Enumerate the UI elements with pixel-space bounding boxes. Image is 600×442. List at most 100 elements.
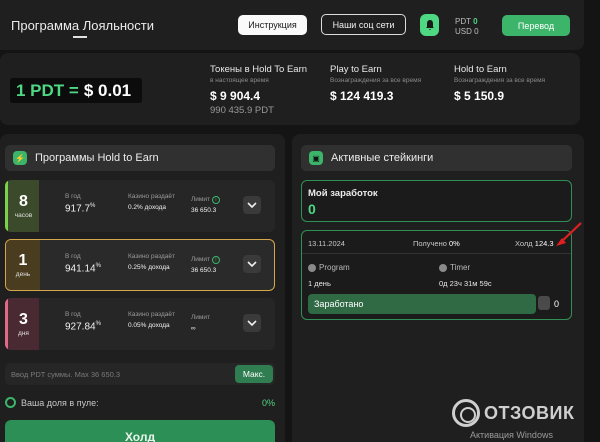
red-arrow-annotation [556,222,582,246]
staking-hold: Холд 124.3 [515,239,554,248]
chevron-down-icon[interactable] [243,255,261,273]
balance-pdt-label: PDT [455,17,471,26]
term-unit: дня [18,330,29,337]
staking-card: 13.11.2024 Получено 0% Холд 124.3 Progra… [301,230,572,320]
pdt-amount-input[interactable] [5,363,230,385]
pdt-price: 1 PDT = $ 0.01 [10,78,142,103]
casino-label: Казино раздаёт [128,311,175,318]
social-networks-button[interactable]: Наши соц сети [321,14,406,35]
stat-hold-label: Hold to Earn [454,64,507,75]
balance-display: PDT 0 USD 0 [455,17,479,37]
share-value: 0.2% дохода [128,204,167,211]
balance-usd-label: USD [455,27,472,36]
programs-header: ⚡ Программы Hold to Earn [5,145,275,171]
rate-value: 917.7 [65,203,91,215]
pool-share-row: Ваша доля в пуле: 0% [5,397,275,409]
term-unit: часов [14,212,33,219]
hold-label: Холд [515,239,533,248]
term-number: 3 [19,311,28,328]
staking-summary: 13.11.2024 Получено 0% Холд 124.3 [302,231,571,254]
program-label: Program [319,263,350,272]
timer-value: 0д 23ч 31м 59с [439,279,492,288]
limit-label: Лимит [191,196,210,203]
info-icon[interactable]: i [211,256,220,264]
rate-value: 941.14 [65,263,96,275]
chevron-down-icon[interactable] [243,196,261,214]
limit-label: Лимит [191,314,210,321]
stakings-title: Активные стейкинги [331,152,434,164]
stat-play-label: Play to Earn [330,64,382,75]
program-limit: Лимит i 36 650.3 [191,256,220,274]
term-number: 1 [18,252,28,269]
otzovik-logo [452,399,480,427]
program-value: 1 день [308,279,331,288]
top-header: Программа Лояльности Инструкция Наши соц… [0,0,584,50]
claim-icon[interactable] [538,296,550,310]
chevron-down-icon[interactable] [243,314,261,332]
price-usd-value: $ 0.01 [83,80,132,100]
watermark-brand: ОТЗОВИК [484,402,575,423]
pool-share-label: Ваша доля в пуле: [21,398,99,408]
program-limit: Лимит ∞ [191,314,210,332]
max-button[interactable]: Макс. [235,365,273,383]
timer-label-row: Timer [439,263,470,272]
program-share: Казино раздаёт 0.25% дохода [128,253,176,271]
hold-button[interactable]: Холд [5,420,275,442]
price-pdt-label: 1 PDT = [16,80,79,100]
program-icon [308,263,316,272]
timer-icon [439,263,447,272]
bell-icon[interactable] [420,14,439,36]
stat-tokens-value-pdt: 990 435.9 PDT [210,105,274,116]
rate-unit: % [90,203,96,209]
program-card-1d[interactable]: 1 день В год 941.14% Казино раздаёт 0.25… [5,239,275,291]
limit-label: Лимит [191,256,210,263]
stat-play-to-earn: Play to Earn Вознаграждения за все время… [330,64,421,103]
stat-hold-to-earn: Hold to Earn Вознаграждения за все время… [454,64,545,103]
program-rate: В год 927.84% [65,311,101,332]
stat-tokens-hold: Токены в Hold To Earn в настоящее время … [210,64,307,116]
programs-title: Программы Hold to Earn [35,152,159,164]
stat-hold-value: $ 5 150.9 [454,89,505,103]
year-label: В год [65,193,81,200]
program-label-row: Program [308,263,350,272]
rate-unit: % [95,263,101,269]
share-value: 0.25% дохода [128,264,170,271]
program-card-8h[interactable]: 8 часов В год 917.7% Казино раздаёт 0.2%… [5,180,275,232]
balance-pdt-value: 0 [473,17,478,26]
program-term: 8 часов [5,180,39,232]
info-icon[interactable]: i [211,196,220,204]
earned-bar: Заработано [308,294,536,314]
program-rate: В год 941.14% [65,253,101,274]
term-number: 8 [19,193,28,210]
share-value: 0.05% дохода [128,322,170,329]
hold-value: 124.3 [534,239,554,248]
timer-label: Timer [450,263,471,272]
balance-usd-value: 0 [474,27,479,36]
my-earnings-label: Мой заработок [308,188,378,199]
program-limit: Лимит i 36 650.3 [191,196,220,214]
windows-activation-text: Активация Windows [470,430,553,440]
stat-play-value: $ 124 419.3 [330,89,394,103]
staking-date: 13.11.2024 [308,239,345,248]
stat-play-sub: Вознаграждения за все время [330,77,422,84]
pdt-amount-row: Макс. [5,363,275,385]
stat-hold-sub: Вознаграждения за все время [454,77,546,84]
program-card-3d[interactable]: 3 дня В год 927.84% Казино раздаёт 0.05%… [5,298,275,350]
title-underline [73,36,87,38]
rate-value: 927.84 [65,321,96,333]
year-label: В год [65,253,81,260]
received-value: 0% [449,239,460,248]
transfer-button[interactable]: Перевод [502,15,570,36]
wallet-icon: ▣ [309,151,323,165]
limit-value: ∞ [191,325,196,332]
earned-value: 0 [554,299,560,309]
pool-share-value: 0% [261,398,275,408]
casino-label: Казино раздаёт [128,253,175,260]
received-label: Получено [413,239,447,248]
bolt-icon: ⚡ [13,151,27,165]
stat-tokens-value: $ 9 904.4 [210,89,261,103]
instructions-button[interactable]: Инструкция [238,15,307,35]
stakings-header: ▣ Активные стейкинги [301,145,572,171]
program-term: 3 дня [5,298,39,350]
pool-icon [5,397,16,408]
